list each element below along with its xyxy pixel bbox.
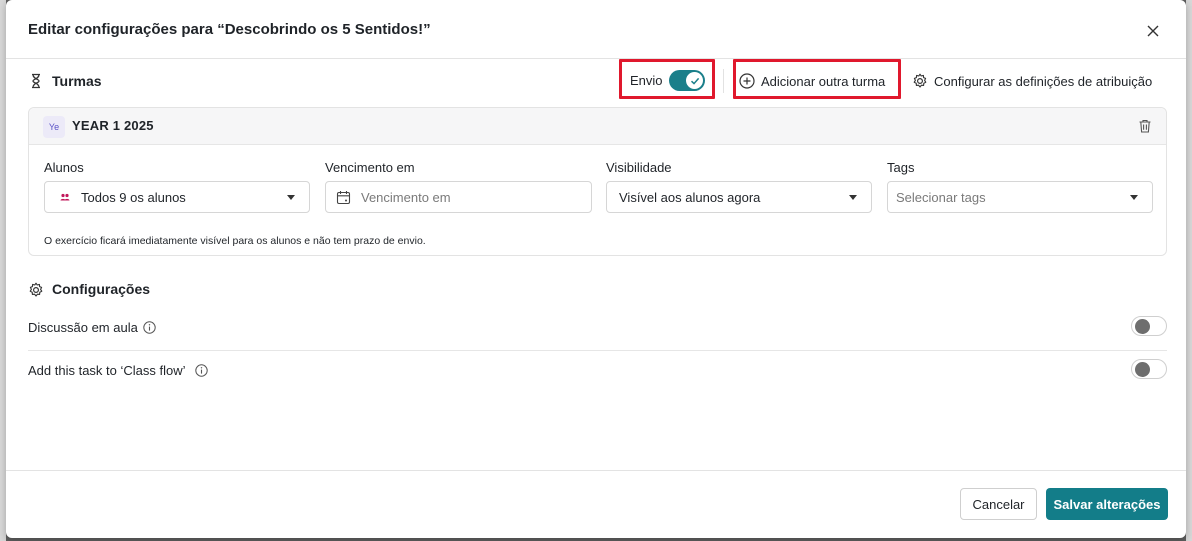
dialog-header: Editar configurações para “Descobrindo o… — [6, 0, 1186, 59]
setting-row-discussion: Discussão em aula — [28, 310, 1167, 346]
visibility-select-value: Visível aos alunos agora — [619, 189, 761, 205]
info-icon[interactable] — [143, 321, 156, 334]
add-class-button[interactable]: Adicionar outra turma — [739, 69, 885, 93]
tags-label: Tags — [887, 160, 915, 175]
calendar-icon — [336, 190, 351, 204]
class-avatar: Ye — [43, 116, 65, 138]
trash-icon[interactable] — [1137, 118, 1153, 134]
vencimento-label: Vencimento em — [325, 160, 415, 175]
toggle-knob — [1135, 319, 1150, 334]
visibilidade-label: Visibilidade — [606, 160, 672, 175]
chevron-down-icon — [287, 195, 295, 200]
divider — [723, 69, 724, 93]
plus-circle-icon — [739, 73, 755, 89]
group-icon — [60, 193, 70, 201]
divider — [28, 350, 1167, 351]
toggle-knob — [686, 72, 703, 89]
hourglass-icon — [32, 73, 40, 89]
cancel-button[interactable]: Cancelar — [960, 488, 1037, 520]
tags-select-placeholder: Selecionar tags — [896, 189, 986, 205]
setting-row-class-flow: Add this task to ‘Class flow’ — [28, 353, 1167, 389]
gear-icon — [913, 73, 927, 88]
assignment-settings-label: Configurar as definições de atribuição — [934, 73, 1153, 89]
assignment-settings-button[interactable]: Configurar as definições de atribuição — [912, 69, 1152, 93]
due-date-placeholder: Vencimento em — [361, 189, 451, 205]
close-icon — [1147, 25, 1159, 37]
close-button[interactable] — [1142, 20, 1164, 42]
dialog-title: Editar configurações para “Descobrindo o… — [28, 21, 431, 38]
setting-label: Add this task to ‘Class flow’ — [28, 363, 186, 378]
tags-select[interactable]: Selecionar tags — [887, 181, 1153, 213]
configuracoes-heading: Configurações — [52, 281, 151, 297]
add-class-label: Adicionar outra turma — [761, 73, 886, 89]
toggle-knob — [1135, 362, 1150, 377]
gear-icon — [29, 282, 43, 297]
envio-toggle[interactable] — [669, 70, 705, 91]
class-flow-toggle[interactable] — [1131, 359, 1167, 379]
class-name: YEAR 1 2025 — [72, 118, 154, 133]
discussion-toggle[interactable] — [1131, 316, 1167, 336]
turmas-heading: Turmas — [52, 73, 102, 89]
background-app-edge — [1186, 0, 1192, 541]
visibility-info-text: O exercício ficará imediatamente visível… — [44, 235, 426, 247]
edit-settings-dialog: Editar configurações para “Descobrindo o… — [6, 0, 1186, 538]
setting-label: Discussão em aula — [28, 320, 138, 335]
visibility-select[interactable]: Visível aos alunos agora — [606, 181, 872, 213]
students-select[interactable]: Todos 9 os alunos — [44, 181, 310, 213]
class-card-header: Ye YEAR 1 2025 — [29, 108, 1166, 145]
envio-label: Envio — [630, 73, 663, 88]
chevron-down-icon — [1130, 195, 1138, 200]
due-date-input[interactable]: Vencimento em — [325, 181, 592, 213]
alunos-label: Alunos — [44, 160, 84, 175]
turmas-section-header: Turmas Envio Adicionar outra turma Confi… — [6, 59, 1186, 103]
chevron-down-icon — [849, 195, 857, 200]
save-changes-button[interactable]: Salvar alterações — [1046, 488, 1168, 520]
dialog-footer: Cancelar Salvar alterações — [6, 470, 1186, 538]
students-select-value: Todos 9 os alunos — [81, 189, 186, 205]
check-icon — [690, 77, 699, 85]
class-card: Ye YEAR 1 2025 Alunos Todos 9 os alunos … — [28, 107, 1167, 256]
info-icon[interactable] — [195, 364, 208, 377]
